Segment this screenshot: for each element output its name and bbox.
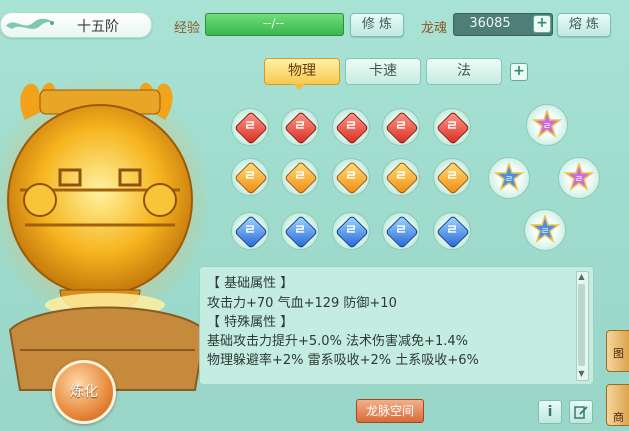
gem-mark: ㄹ [446,169,458,184]
svg-text:ㄹ: ㄹ [541,227,549,237]
star-slot-bottom[interactable]: ㄹ [524,209,566,251]
dragon-soul-value: 36085 [469,16,511,31]
gem-slot[interactable]: ㄹ [433,108,471,146]
gem-slot[interactable]: ㄹ [332,158,370,196]
special-attr-line2: 物理躲避率+2% 雷系吸收+2% 土系吸收+6% [207,353,479,368]
star-gem-icon: ㄹ [532,110,562,138]
gem-slot[interactable]: ㄹ [281,212,319,250]
edit-icon [574,406,588,419]
dragon-emblem-icon [6,18,54,29]
gem-mark: ㄹ [395,119,407,134]
gem-slot[interactable]: ㄹ [382,212,420,250]
dragon-urn-illustration [0,75,210,391]
gem-mark: ㄹ [395,169,407,184]
smelt-button[interactable]: 熔 炼 [557,13,611,37]
gem-mark: ㄹ [345,119,357,134]
gem-mark: ㄹ [294,119,306,134]
gem-mark: ㄹ [395,223,407,238]
scrollbar-thumb[interactable] [578,284,585,366]
gem-mark: ㄹ [446,223,458,238]
level-title: 十五阶 [77,19,119,35]
svg-text:ㄹ: ㄹ [505,175,513,185]
gem-slot[interactable]: ㄹ [231,108,269,146]
star-slot-right[interactable]: ㄹ [558,157,600,199]
gem-mark: ㄹ [446,119,458,134]
gem-slot[interactable]: ㄹ [433,158,471,196]
tab-physical[interactable]: 物理 [264,58,340,85]
side-tab-shop-label: 商 [613,411,624,424]
practice-button[interactable]: 修 炼 [350,13,404,37]
gem-mark: ㄹ [294,169,306,184]
side-tab-map[interactable]: 图 [606,330,629,372]
active-tab-pointer [293,84,305,90]
scroll-down-arrow-icon[interactable]: ▼ [576,369,587,379]
info-icon: i [547,404,553,420]
side-tab-map-label: 图 [613,347,624,360]
gem-slot[interactable]: ㄹ [433,212,471,250]
base-attr-values: 攻击力+70 气血+129 防御+10 [207,296,397,311]
add-tab-button[interactable]: + [510,63,528,81]
exp-value: --/-- [262,16,285,30]
svg-text:ㄹ: ㄹ [575,175,583,185]
info-button[interactable]: i [538,400,562,424]
gem-slot[interactable]: ㄹ [231,212,269,250]
special-attr-title: 【 特殊属性 】 [207,315,294,330]
edit-button[interactable] [569,400,593,424]
tab-magic[interactable]: 法 [426,58,502,85]
exp-label: 经验 [174,21,201,36]
svg-text:ㄹ: ㄹ [543,122,551,132]
dragon-space-button[interactable]: 龙脉空间 [356,399,424,423]
gem-slot[interactable]: ㄹ [382,158,420,196]
gem-slot[interactable]: ㄹ [382,108,420,146]
side-tab-shop[interactable]: 商 [606,384,629,426]
star-gem-icon: ㄹ [530,215,560,243]
star-slot-left[interactable]: ㄹ [488,157,530,199]
star-gem-icon: ㄹ [494,163,524,191]
gem-mark: ㄹ [345,223,357,238]
tab-speed[interactable]: 卡速 [345,58,421,85]
add-soul-button[interactable]: + [533,15,551,33]
gem-slot[interactable]: ㄹ [281,108,319,146]
dragon-soul-label: 龙魂 [421,21,448,36]
gem-slot[interactable]: ㄹ [332,108,370,146]
scroll-up-arrow-icon[interactable]: ▲ [576,272,587,282]
star-gem-icon: ㄹ [564,163,594,191]
gem-slot[interactable]: ㄹ [281,158,319,196]
gem-mark: ㄹ [244,223,256,238]
special-attr-line1: 基础攻击力提升+5.0% 法术伤害减免+1.4% [207,334,468,349]
gem-mark: ㄹ [244,119,256,134]
refine-button[interactable]: 炼化 [52,360,116,424]
star-slot-top[interactable]: ㄹ [526,104,568,146]
gem-mark: ㄹ [294,223,306,238]
gem-slot[interactable]: ㄹ [231,158,269,196]
gem-slot[interactable]: ㄹ [332,212,370,250]
gem-mark: ㄹ [244,169,256,184]
gem-mark: ㄹ [345,169,357,184]
base-attr-title: 【 基础属性 】 [207,276,294,291]
